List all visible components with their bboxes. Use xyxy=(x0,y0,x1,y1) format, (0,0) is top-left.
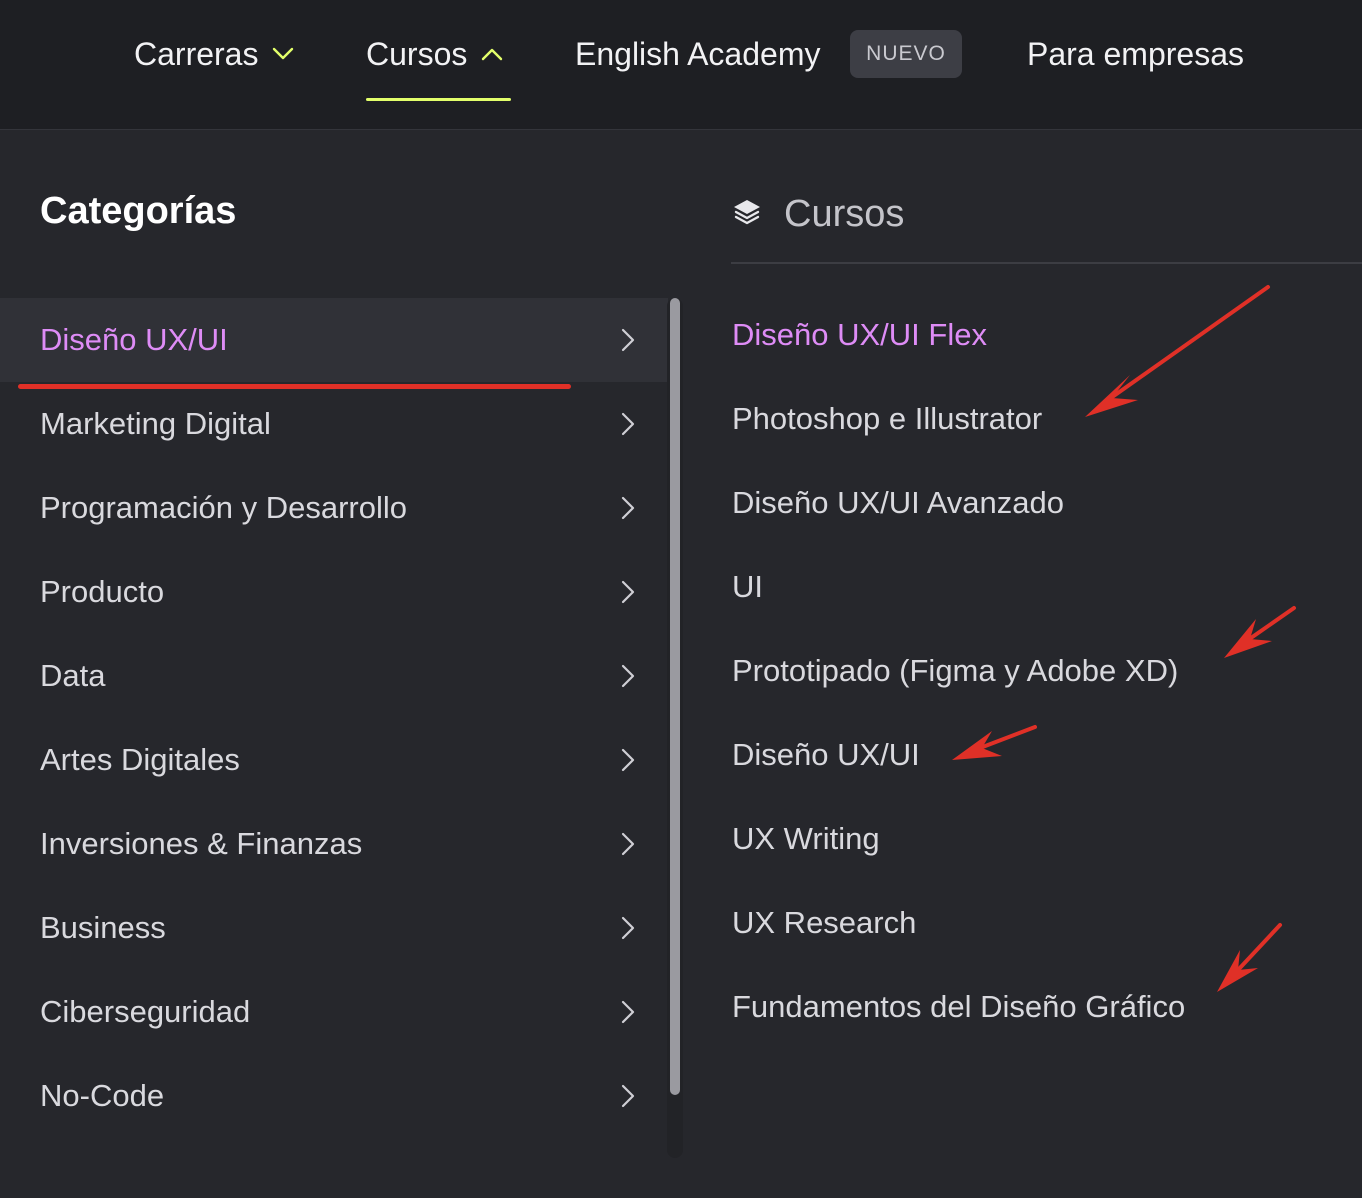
course-item[interactable]: Fundamentos del Diseño Gráfico xyxy=(732,965,1185,1049)
courses-header: Cursos xyxy=(732,190,904,238)
chevron-right-icon xyxy=(618,326,638,354)
annotation-arrow-4 xyxy=(1217,923,1282,992)
category-item[interactable]: Marketing Digital xyxy=(0,382,668,466)
nav-para-empresas-label: Para empresas xyxy=(1027,35,1244,72)
category-item[interactable]: Diseño UX/UI xyxy=(0,298,668,382)
category-item[interactable]: No-Code xyxy=(0,1054,668,1138)
annotation-arrow-2 xyxy=(1224,606,1296,658)
category-item[interactable]: Data xyxy=(0,634,668,718)
category-item-label: Inversiones & Finanzas xyxy=(40,826,363,861)
layers-icon xyxy=(732,197,762,232)
chevron-down-icon xyxy=(272,47,294,61)
nav-carreras-label: Carreras xyxy=(134,35,259,72)
course-item[interactable]: Prototipado (Figma y Adobe XD) xyxy=(732,629,1185,713)
course-item[interactable]: Photoshop e Illustrator xyxy=(732,377,1185,461)
chevron-right-icon xyxy=(618,998,638,1026)
chevron-right-icon xyxy=(618,494,638,522)
chevron-right-icon xyxy=(618,1082,638,1110)
top-navigation: Carreras Cursos English Academy NUEVO Pa… xyxy=(0,0,1362,130)
categories-title: Categorías xyxy=(40,190,237,232)
courses-title: Cursos xyxy=(784,192,905,235)
nav-cursos-label: Cursos xyxy=(366,35,468,72)
chevron-right-icon xyxy=(618,410,638,438)
course-item[interactable]: UX Research xyxy=(732,881,1185,965)
new-badge: NUEVO xyxy=(850,30,962,78)
category-item[interactable]: Programación y Desarrollo xyxy=(0,466,668,550)
chevron-right-icon xyxy=(618,914,638,942)
chevron-right-icon xyxy=(618,578,638,606)
nav-english-academy[interactable]: English Academy xyxy=(575,30,820,78)
chevron-right-icon xyxy=(618,746,638,774)
nav-carreras[interactable]: Carreras xyxy=(134,30,294,78)
category-item[interactable]: Business xyxy=(0,886,668,970)
category-item-label: Ciberseguridad xyxy=(40,994,251,1029)
category-item[interactable]: Ciberseguridad xyxy=(0,970,668,1054)
course-item[interactable]: UX Writing xyxy=(732,797,1185,881)
course-item[interactable]: Diseño UX/UI Avanzado xyxy=(732,461,1185,545)
category-item-label: Diseño UX/UI xyxy=(40,322,228,357)
category-item-label: No-Code xyxy=(40,1078,165,1113)
chevron-right-icon xyxy=(618,662,638,690)
category-item-label: Artes Digitales xyxy=(40,742,240,777)
chevron-up-icon xyxy=(481,47,503,61)
course-item[interactable]: Diseño UX/UI xyxy=(732,713,1185,797)
nav-english-academy-label: English Academy xyxy=(575,35,821,72)
nav-para-empresas[interactable]: Para empresas xyxy=(1027,30,1244,78)
category-item-label: Marketing Digital xyxy=(40,406,271,441)
category-item[interactable]: Producto xyxy=(0,550,668,634)
course-list: Diseño UX/UI Flex Photoshop e Illustrato… xyxy=(732,293,1185,1049)
annotation-underline xyxy=(18,384,571,389)
category-item-label: Producto xyxy=(40,574,165,609)
active-tab-indicator xyxy=(366,98,511,101)
course-item[interactable]: UI xyxy=(732,545,1185,629)
courses-divider xyxy=(731,262,1362,264)
nav-cursos[interactable]: Cursos xyxy=(366,30,503,78)
category-item-label: Business xyxy=(40,910,166,945)
scrollbar-thumb[interactable] xyxy=(670,298,680,1095)
category-item[interactable]: Artes Digitales xyxy=(0,718,668,802)
chevron-right-icon xyxy=(618,830,638,858)
category-item[interactable]: Inversiones & Finanzas xyxy=(0,802,668,886)
course-item[interactable]: Diseño UX/UI Flex xyxy=(732,293,1185,377)
category-item-label: Programación y Desarrollo xyxy=(40,490,407,525)
category-list: Diseño UX/UI Marketing Digital Programac… xyxy=(0,298,668,1138)
category-item-label: Data xyxy=(40,658,106,693)
